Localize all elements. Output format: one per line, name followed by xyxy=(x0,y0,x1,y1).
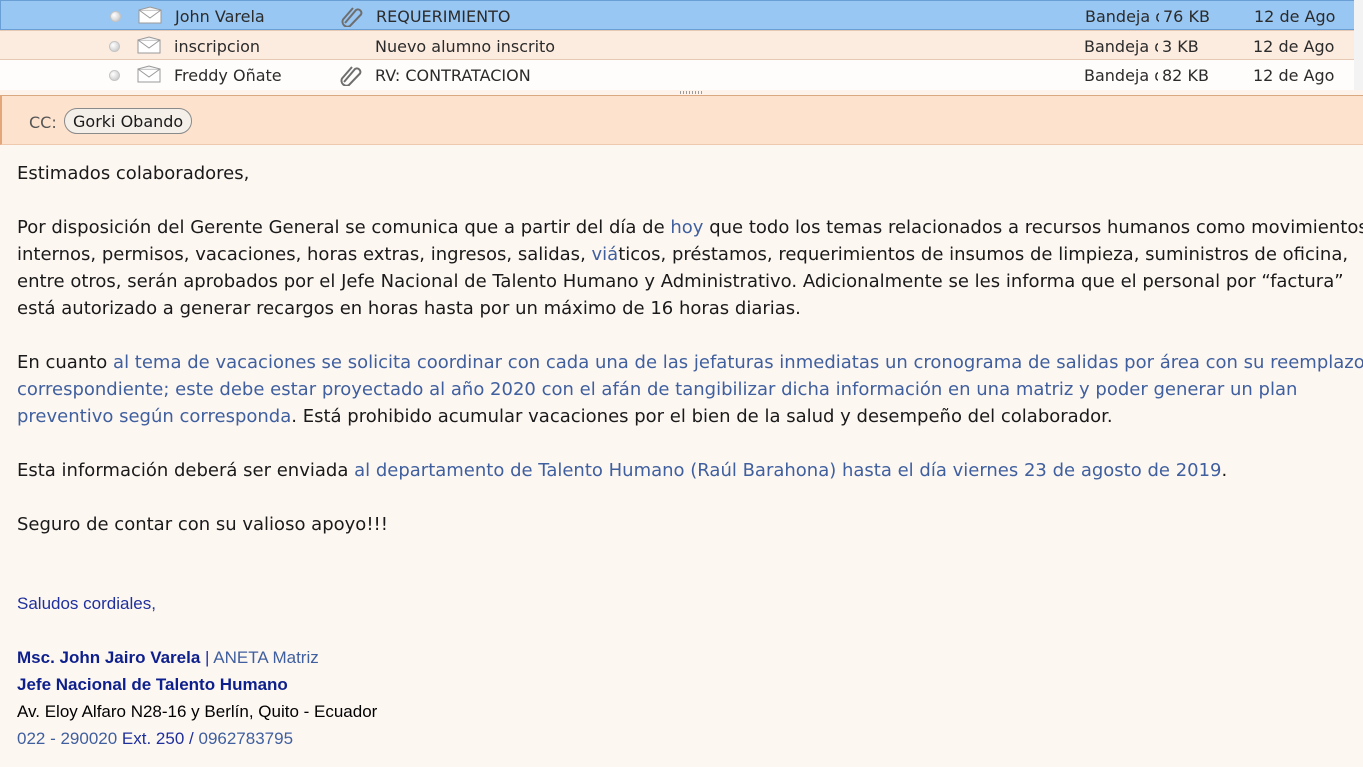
text: que todo los temas relacionados a recurs… xyxy=(703,217,1363,238)
signature-name-line: Msc. John Jairo Varela | ANETA Matriz xyxy=(17,648,319,668)
phone: 022 - 290020 xyxy=(17,729,118,748)
text: hoy xyxy=(670,217,704,238)
sender: John Varela xyxy=(175,7,265,26)
paragraph-line: En cuanto al tema de vacaciones se solic… xyxy=(17,349,1363,376)
closing: Saludos cordiales, xyxy=(17,594,156,613)
size: 82 KB xyxy=(1162,66,1209,85)
read-status-icon[interactable] xyxy=(109,70,120,81)
folder: Bandeja de entrada xyxy=(1085,7,1159,26)
paragraph-line: preventivo según corresponda. Está prohi… xyxy=(17,403,1113,430)
envelope-icon xyxy=(137,36,161,54)
folder: Bandeja de entrada xyxy=(1084,37,1158,56)
separator: / xyxy=(184,729,199,748)
message-list: John Varela REQUERIMIENTO Bandeja de ent… xyxy=(0,0,1363,90)
title-text: Jefe Nacional de Talento Humano xyxy=(17,675,288,694)
text: viá xyxy=(591,244,619,265)
list-scrollbar[interactable] xyxy=(1354,0,1363,90)
text: . Está prohibido acumular vacaciones por… xyxy=(291,406,1113,427)
sender: Freddy Oñate xyxy=(174,66,282,85)
date: 12 de Ago xyxy=(1254,7,1336,26)
text: ticos, préstamos, requerimientos de insu… xyxy=(618,244,1349,265)
paragraph-line: está autorizado a generar recargos en ho… xyxy=(17,298,801,319)
size: 76 KB xyxy=(1163,7,1210,26)
envelope-icon xyxy=(138,6,162,24)
extension: Ext. 250 xyxy=(117,729,185,748)
signature-address: Av. Eloy Alfaro N28-16 y Berlín, Quito -… xyxy=(17,702,378,721)
date: 12 de Ago xyxy=(1253,66,1335,85)
read-status-icon[interactable] xyxy=(109,41,120,52)
subject: RV: CONTRATACION xyxy=(375,66,531,85)
text: al tema de vacaciones se solicita coordi… xyxy=(113,352,1363,373)
envelope-icon xyxy=(137,65,161,83)
size: 3 KB xyxy=(1162,37,1199,56)
paragraph-line: correspondiente; este debe estar proyect… xyxy=(17,379,1298,400)
greeting: Estimados colaboradores, xyxy=(17,163,250,184)
text: En cuanto xyxy=(17,352,114,373)
paragraph-line: Esta información deberá ser enviada al d… xyxy=(17,457,1227,484)
text: Por disposición del Gerente General se c… xyxy=(17,217,671,238)
date: 12 de Ago xyxy=(1253,37,1335,56)
message-row[interactable]: Freddy Oñate RV: CONTRATACION Bandeja de… xyxy=(0,60,1363,90)
splitter-grip-icon[interactable] xyxy=(680,91,702,94)
text: al departamento de Talento Humano (Raúl … xyxy=(354,460,1222,481)
message-header: CC: Gorki Obando xyxy=(0,95,1363,145)
text: Esta información deberá ser enviada xyxy=(17,460,355,481)
signature-phones: 022 - 290020 Ext. 250 / 0962783795 xyxy=(17,729,293,749)
cc-label: CC: xyxy=(29,113,57,132)
attachment-icon xyxy=(341,7,363,27)
paragraph-line: entre otros, serán aprobados por el Jefe… xyxy=(17,271,1344,292)
attachment-icon xyxy=(340,66,362,86)
folder: Bandeja de entrada xyxy=(1084,66,1158,85)
signature-org: ANETA Matriz xyxy=(213,648,319,667)
text: . xyxy=(1221,460,1228,481)
mobile-phone: 0962783795 xyxy=(198,729,294,748)
paragraph-line: internos, permisos, vacaciones, horas ex… xyxy=(17,241,1348,268)
read-status-icon[interactable] xyxy=(110,11,121,22)
text: preventivo según corresponda xyxy=(17,406,292,427)
message-row[interactable]: inscripcion Nuevo alumno inscrito Bandej… xyxy=(0,30,1363,60)
separator: | xyxy=(200,648,214,667)
message-row[interactable]: John Varela REQUERIMIENTO Bandeja de ent… xyxy=(0,0,1363,30)
signature-title: Jefe Nacional de Talento Humano xyxy=(17,675,288,695)
subject: REQUERIMIENTO xyxy=(376,7,511,26)
paragraph-line: Por disposición del Gerente General se c… xyxy=(17,214,1363,241)
paragraph-line: Seguro de contar con su valioso apoyo!!! xyxy=(17,514,388,535)
text: internos, permisos, vacaciones, horas ex… xyxy=(17,244,592,265)
subject: Nuevo alumno inscrito xyxy=(375,37,556,56)
sender: inscripcion xyxy=(174,37,261,56)
cc-recipient-chip[interactable]: Gorki Obando xyxy=(64,108,193,134)
signature-name: Msc. John Jairo Varela xyxy=(17,648,201,667)
